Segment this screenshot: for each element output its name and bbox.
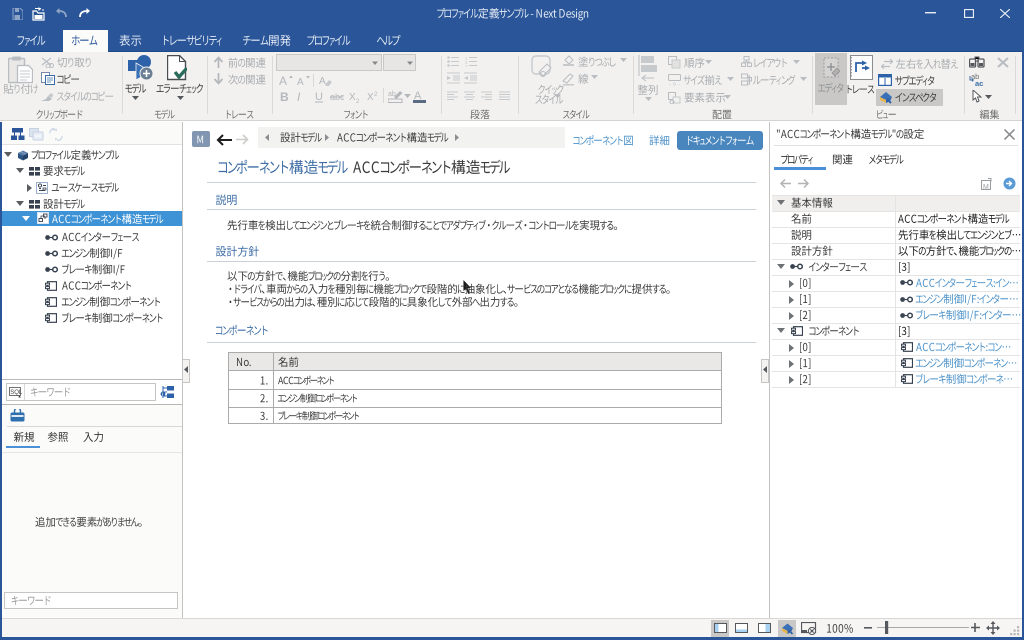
svg-text:A: A — [279, 74, 287, 86]
svg-text:I: I — [297, 90, 301, 103]
svg-text:X: X — [349, 92, 356, 103]
svg-text:U: U — [315, 91, 323, 103]
svg-text:A: A — [319, 76, 326, 86]
svg-text:X: X — [367, 92, 374, 103]
svg-text:ac: ac — [975, 79, 983, 86]
svg-text:3: 3 — [465, 64, 468, 67]
svg-text:←ο→: ←ο→ — [668, 82, 681, 87]
svg-text:M: M — [983, 184, 989, 190]
svg-text:B: B — [280, 90, 289, 103]
svg-text:2: 2 — [374, 92, 378, 98]
svg-text:SQL: SQL — [10, 390, 22, 396]
svg-text:A: A — [297, 77, 304, 86]
svg-text:i: i — [162, 392, 163, 398]
svg-text:2: 2 — [356, 99, 360, 103]
